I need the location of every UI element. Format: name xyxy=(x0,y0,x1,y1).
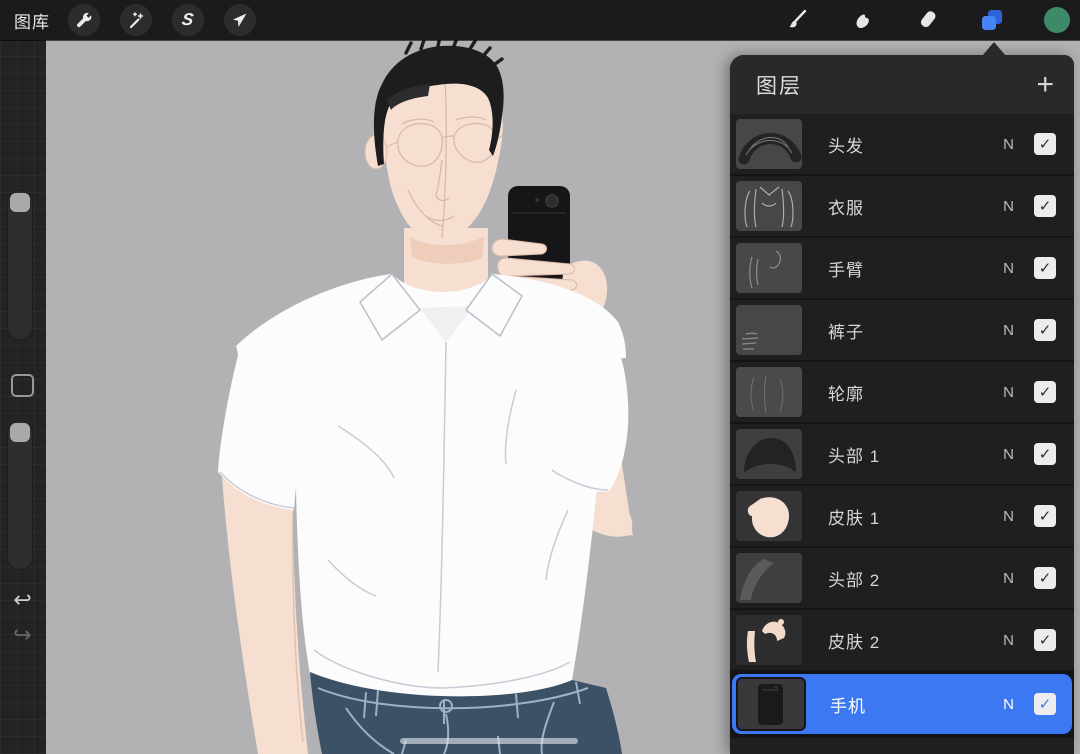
layer-name: 手机 xyxy=(830,692,866,717)
layer-name: 轮廓 xyxy=(828,380,864,405)
transform-button[interactable] xyxy=(224,4,256,36)
blend-mode-badge[interactable]: N xyxy=(1003,198,1014,215)
gallery-button[interactable]: 图库 xyxy=(14,8,50,33)
color-picker-button[interactable] xyxy=(1044,7,1070,33)
blend-mode-badge[interactable]: N xyxy=(1003,260,1014,277)
blend-mode-badge[interactable]: N xyxy=(1003,136,1014,153)
opacity-slider-handle[interactable] xyxy=(10,423,30,442)
smudge-finger-icon xyxy=(850,8,874,32)
smudge-tool-button[interactable] xyxy=(849,7,875,33)
visibility-checkbox[interactable]: ✓ xyxy=(1034,567,1056,589)
redo-icon: ↪ xyxy=(13,625,31,647)
redo-button[interactable]: ↪ xyxy=(0,620,45,652)
layers-panel-button[interactable] xyxy=(979,7,1005,33)
layer-row[interactable]: 轮廓 N ✓ xyxy=(730,362,1074,422)
layer-name: 头部 1 xyxy=(828,442,880,467)
layers-panel-header: 图层 + xyxy=(730,55,1074,114)
top-toolbar: 图库 S xyxy=(0,0,1080,40)
paint-brush-icon xyxy=(785,8,809,32)
wrench-icon xyxy=(74,10,94,30)
layers-list: 头发 N ✓ 衣服 N ✓ 手臂 N ✓ 裤子 N ✓ 轮廓 N ✓ 头部 1 … xyxy=(730,114,1074,754)
layer-thumbnail-face-shape[interactable] xyxy=(736,491,802,541)
blend-mode-badge[interactable]: N xyxy=(1003,632,1014,649)
layer-thumbnail-arm-sketch[interactable] xyxy=(736,243,802,293)
selection-icon: S xyxy=(181,10,195,30)
brush-tool-button[interactable] xyxy=(784,7,810,33)
visibility-checkbox[interactable]: ✓ xyxy=(1034,629,1056,651)
home-indicator[interactable] xyxy=(400,738,578,744)
undo-button[interactable]: ↩ xyxy=(0,585,45,617)
layer-name: 头发 xyxy=(828,132,864,157)
layer-row[interactable]: 头部 1 N ✓ xyxy=(730,424,1074,484)
layer-row[interactable]: 头部 2 N ✓ xyxy=(730,548,1074,608)
layer-row[interactable]: 皮肤 1 N ✓ xyxy=(730,486,1074,546)
blend-mode-badge[interactable]: N xyxy=(1003,384,1014,401)
selection-button[interactable]: S xyxy=(172,4,204,36)
layers-panel-title: 图层 xyxy=(756,70,1036,100)
layer-row[interactable]: 头发 N ✓ xyxy=(730,114,1074,174)
undo-icon: ↩ xyxy=(13,590,31,612)
layer-thumbnail-outline-sketch[interactable] xyxy=(736,367,802,417)
layer-name: 手臂 xyxy=(828,256,864,281)
layer-name: 皮肤 1 xyxy=(828,504,880,529)
layer-row[interactable]: 裤子 N ✓ xyxy=(730,300,1074,360)
panel-caret xyxy=(982,42,1006,56)
blend-mode-badge[interactable]: N xyxy=(1003,446,1014,463)
sidebar: ↩ ↪ xyxy=(0,40,45,754)
blend-mode-badge[interactable]: N xyxy=(1003,696,1014,713)
modify-button[interactable] xyxy=(11,374,34,397)
layers-list-filler xyxy=(730,738,1074,754)
color-swatch-icon xyxy=(1044,7,1070,33)
layer-row[interactable]: 手机 N ✓ xyxy=(730,672,1074,736)
visibility-checkbox[interactable]: ✓ xyxy=(1034,505,1056,527)
brush-size-slider-handle[interactable] xyxy=(10,193,30,212)
layer-name: 头部 2 xyxy=(828,566,880,591)
blend-mode-badge[interactable]: N xyxy=(1003,322,1014,339)
blend-mode-badge[interactable]: N xyxy=(1003,508,1014,525)
layer-name: 裤子 xyxy=(828,318,864,343)
visibility-checkbox[interactable]: ✓ xyxy=(1034,195,1056,217)
visibility-checkbox[interactable]: ✓ xyxy=(1034,693,1056,715)
actions-button[interactable] xyxy=(68,4,100,36)
layers-stack-icon xyxy=(979,7,1005,33)
visibility-checkbox[interactable]: ✓ xyxy=(1034,133,1056,155)
opacity-slider[interactable] xyxy=(7,420,33,570)
layer-thumbnail-hair-shape[interactable] xyxy=(736,429,802,479)
magic-wand-icon xyxy=(126,10,146,30)
eraser-tool-button[interactable] xyxy=(914,7,940,33)
eraser-icon xyxy=(915,8,939,32)
transform-arrow-icon xyxy=(230,10,250,30)
layer-name: 皮肤 2 xyxy=(828,628,880,653)
layer-name: 衣服 xyxy=(828,194,864,219)
layer-row[interactable]: 衣服 N ✓ xyxy=(730,176,1074,236)
visibility-checkbox[interactable]: ✓ xyxy=(1034,443,1056,465)
visibility-checkbox[interactable]: ✓ xyxy=(1034,319,1056,341)
layer-thumbnail-hair-sketch[interactable] xyxy=(736,119,802,169)
layer-row[interactable]: 手臂 N ✓ xyxy=(730,238,1074,298)
add-layer-button[interactable]: + xyxy=(1036,70,1054,100)
layer-row[interactable]: 皮肤 2 N ✓ xyxy=(730,610,1074,670)
adjustments-button[interactable] xyxy=(120,4,152,36)
visibility-checkbox[interactable]: ✓ xyxy=(1034,381,1056,403)
layers-panel: 图层 + 头发 N ✓ 衣服 N ✓ 手臂 N ✓ 裤子 N ✓ 轮廓 N ✓ … xyxy=(730,55,1074,754)
layer-thumbnail-shirt-sketch[interactable] xyxy=(736,181,802,231)
layer-thumbnail-phone[interactable] xyxy=(738,679,804,729)
visibility-checkbox[interactable]: ✓ xyxy=(1034,257,1056,279)
layer-thumbnail-arms-shape[interactable] xyxy=(736,615,802,665)
layer-thumbnail-head-shade[interactable] xyxy=(736,553,802,603)
brush-size-slider[interactable] xyxy=(7,190,33,340)
layer-thumbnail-pants-sketch[interactable] xyxy=(736,305,802,355)
blend-mode-badge[interactable]: N xyxy=(1003,570,1014,587)
canvas-artwork[interactable] xyxy=(46,40,736,754)
